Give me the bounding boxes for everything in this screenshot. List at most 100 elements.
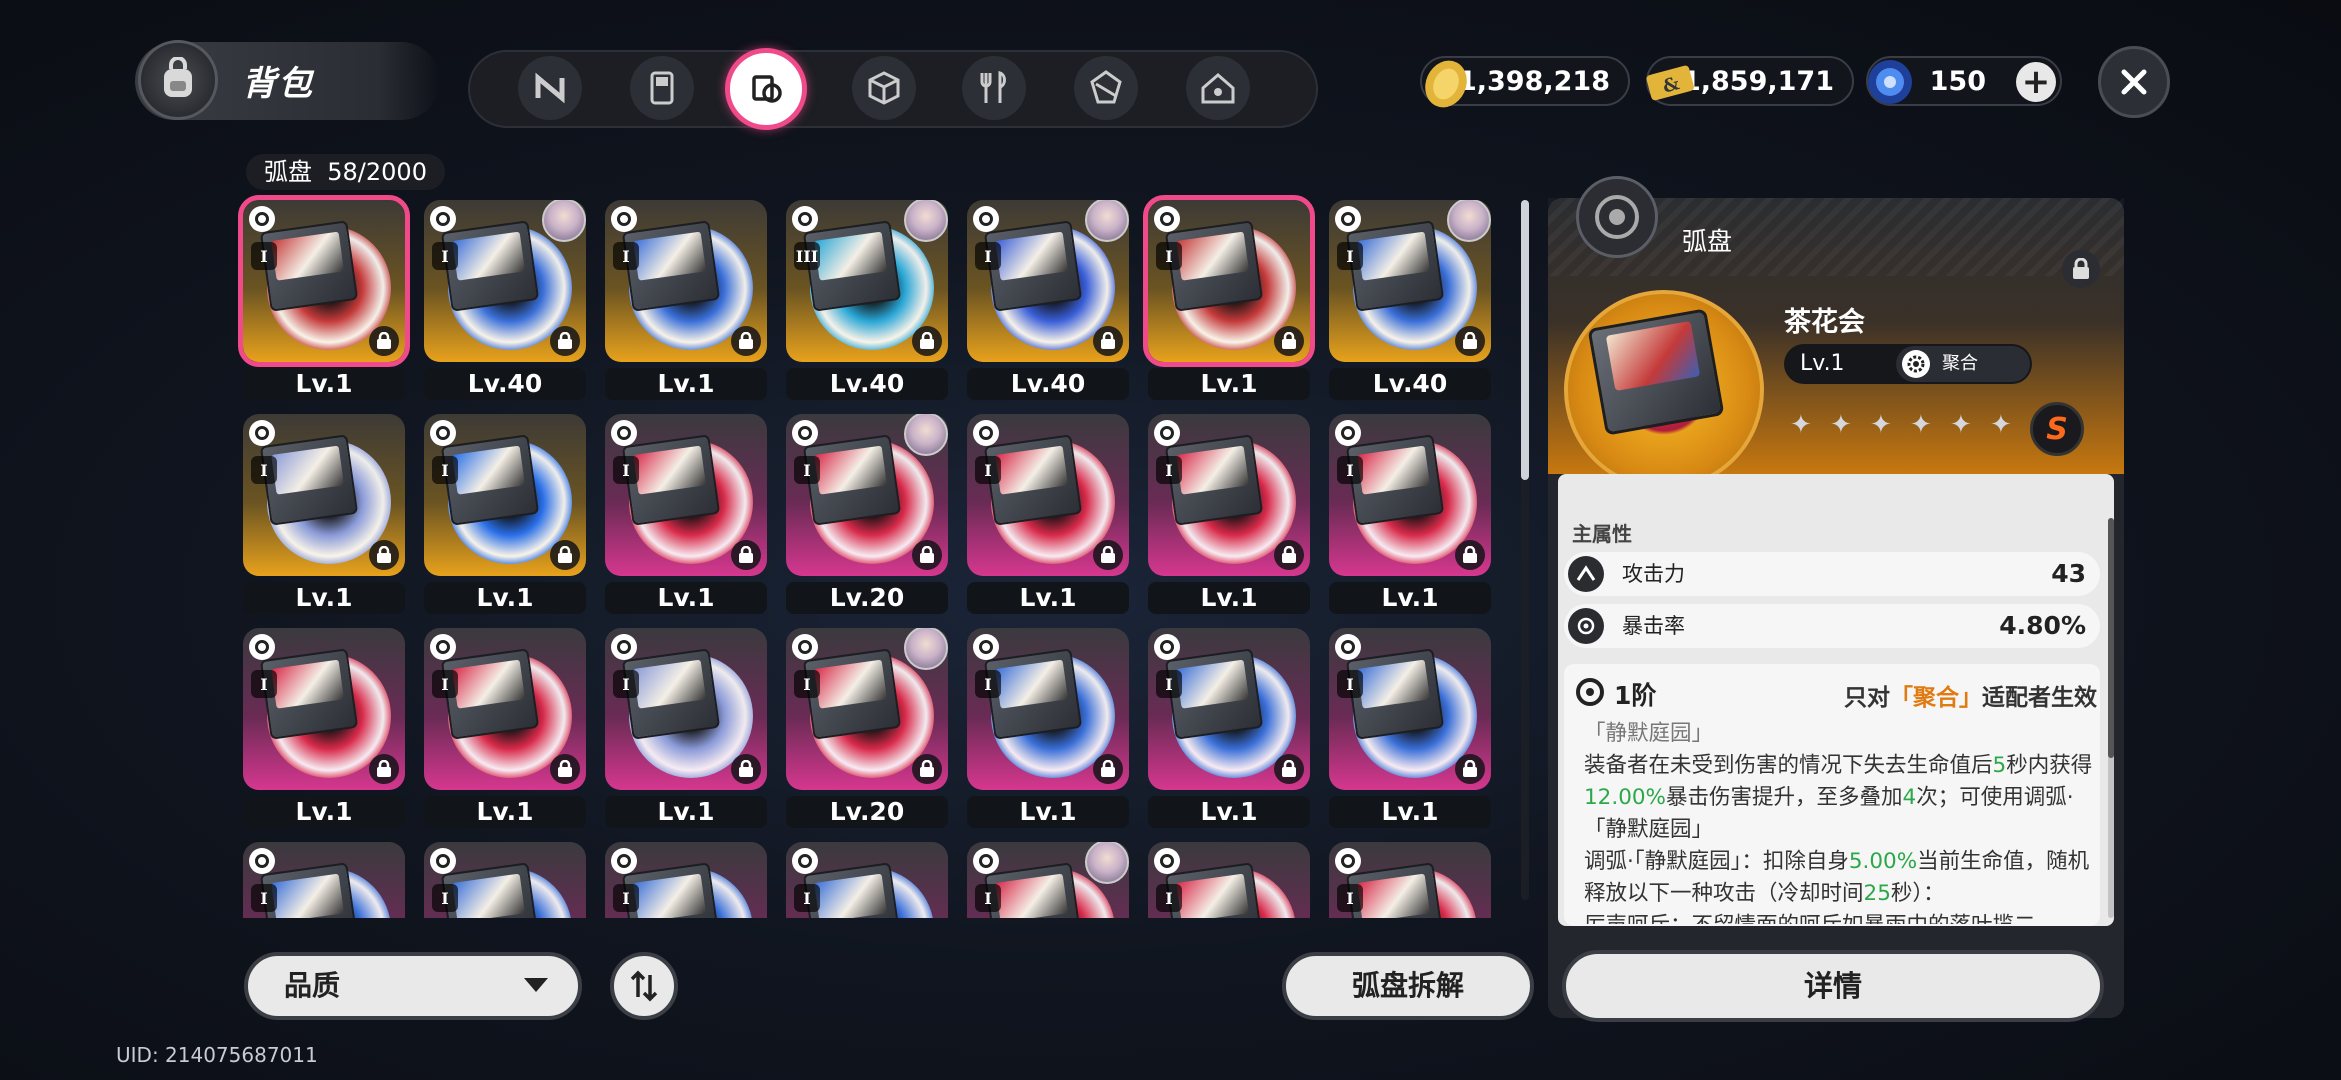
rank-mark: I [1337, 456, 1363, 484]
category-tab-fork-knife[interactable] [962, 56, 1026, 120]
disc-tile: I [605, 628, 767, 790]
disc-tile: I [605, 414, 767, 576]
disc-item[interactable]: I [786, 842, 948, 918]
disc-item[interactable]: I Lv.1 [243, 414, 405, 614]
disc-tile: I [786, 628, 948, 790]
disc-level: Lv.1 [967, 582, 1129, 614]
rank-mark: I [1337, 884, 1363, 912]
disc-item[interactable]: III Lv.40 [786, 200, 948, 400]
disc-level: Lv.1 [1329, 796, 1491, 828]
dismantle-button[interactable]: 弧盘拆解 [1282, 952, 1534, 1020]
disc-level: Lv.1 [424, 796, 586, 828]
rank-mark: I [1337, 670, 1363, 698]
disc-item[interactable]: I Lv.1 [238, 195, 410, 400]
disc-item[interactable]: I [605, 842, 767, 918]
disc-level: Lv.1 [605, 582, 767, 614]
grid-scrollbar-thumb[interactable] [1521, 200, 1529, 480]
disc-item[interactable]: I Lv.1 [1329, 414, 1491, 614]
disc-item[interactable]: I Lv.1 [967, 414, 1129, 614]
detail-scrollbar-thumb[interactable] [2108, 518, 2114, 758]
lock-icon [550, 326, 580, 356]
disc-item[interactable]: I [967, 842, 1129, 918]
crystal-icon [1868, 60, 1912, 104]
disc-item[interactable]: I Lv.20 [786, 414, 948, 614]
lock-icon [912, 754, 942, 784]
stat-row-attack: 攻击力 43 [1564, 552, 2100, 596]
equipped-agent-avatar [1085, 200, 1129, 242]
backpack-icon [138, 40, 218, 120]
disc-level: Lv.40 [786, 368, 948, 400]
rank-mark: I [1156, 456, 1182, 484]
disc-cartridge-icon [752, 75, 782, 103]
disc-item[interactable]: I Lv.1 [1148, 628, 1310, 828]
drive-module-icon [1090, 70, 1122, 104]
disc-item[interactable]: I [1329, 842, 1491, 918]
disc-item[interactable]: I Lv.1 [424, 628, 586, 828]
gear-icon [1902, 350, 1930, 378]
disc-item[interactable]: I Lv.20 [786, 628, 948, 828]
element-icon [1154, 634, 1180, 660]
disc-item[interactable]: I Lv.1 [1329, 628, 1491, 828]
rank-mark: I [1156, 884, 1182, 912]
disc-item[interactable]: I Lv.1 [967, 628, 1129, 828]
add-crystal-button[interactable]: + [2016, 62, 2056, 102]
element-icon [973, 420, 999, 446]
inventory-count: 58/2000 [327, 158, 427, 186]
disc-level: Lv.20 [786, 796, 948, 828]
lock-icon [1274, 326, 1304, 356]
disc-item[interactable]: I Lv.40 [424, 200, 586, 400]
disc-item[interactable]: I Lv.1 [1143, 195, 1315, 400]
disc-tile: I [424, 628, 586, 790]
disc-item[interactable]: I [424, 842, 586, 918]
details-button[interactable]: 详情 [1562, 950, 2104, 1022]
disc-tile: I [967, 200, 1129, 362]
disc-item[interactable]: I Lv.1 [605, 414, 767, 614]
disc-item[interactable]: I Lv.1 [1148, 414, 1310, 614]
category-tab-engine-n[interactable] [518, 56, 582, 120]
star-icon: ✦ [1910, 410, 1932, 440]
disc-item[interactable]: I Lv.40 [1329, 200, 1491, 400]
effect-name: 「静默庭园」 [1584, 721, 1714, 746]
lock-icon [1455, 326, 1485, 356]
bag-title: 背包 [242, 64, 314, 104]
category-tab-house[interactable] [1186, 56, 1250, 120]
element-icon [1335, 848, 1361, 874]
category-tab-drive-module[interactable] [1074, 56, 1138, 120]
currency-gold: 1,398,218 [1420, 56, 1630, 108]
lock-toggle-button[interactable] [2062, 250, 2100, 288]
disc-item[interactable]: I Lv.1 [605, 200, 767, 400]
disc-tile: I [1329, 628, 1491, 790]
disc-tile: I [243, 842, 405, 918]
gameboy-icon [650, 71, 674, 105]
element-icon [792, 634, 818, 660]
disc-level: Lv.1 [967, 796, 1129, 828]
ticket-icon: & [1646, 65, 1694, 101]
category-tab-gameboy[interactable] [630, 56, 694, 120]
close-button[interactable] [2098, 46, 2170, 118]
disc-item[interactable]: I Lv.1 [424, 414, 586, 614]
disc-item[interactable]: I Lv.1 [605, 628, 767, 828]
element-icon [792, 420, 818, 446]
equipped-agent-avatar [1447, 200, 1491, 242]
disc-tile: I [786, 414, 948, 576]
disc-tile: I [967, 628, 1129, 790]
disc-tile: I [1329, 842, 1491, 918]
disc-grid[interactable]: I Lv.1 I Lv.40 I Lv.1 III Lv.40 I Lv.40 I Lv.1 I Lv.4… [236, 190, 1496, 918]
rank-mark: I [975, 242, 1001, 270]
sort-order-button[interactable] [610, 952, 678, 1020]
element-icon [430, 420, 456, 446]
category-tab-disc-cartridge[interactable] [725, 48, 807, 130]
disc-level: Lv.1 [1148, 582, 1310, 614]
disc-tile: I [1329, 414, 1491, 576]
disc-item[interactable]: I [243, 842, 405, 918]
disc-item[interactable]: I Lv.40 [967, 200, 1129, 400]
element-icon [249, 206, 275, 232]
disc-item[interactable]: I [1148, 842, 1310, 918]
category-tab-cube[interactable] [852, 56, 916, 120]
rank-mark: I [1337, 242, 1363, 270]
crit-icon [1568, 608, 1604, 644]
disc-item[interactable]: I Lv.1 [243, 628, 405, 828]
main-attribute-heading: 主属性 [1572, 522, 1632, 546]
rank-mark: I [251, 670, 277, 698]
item-name: 茶花会 [1784, 307, 1865, 338]
